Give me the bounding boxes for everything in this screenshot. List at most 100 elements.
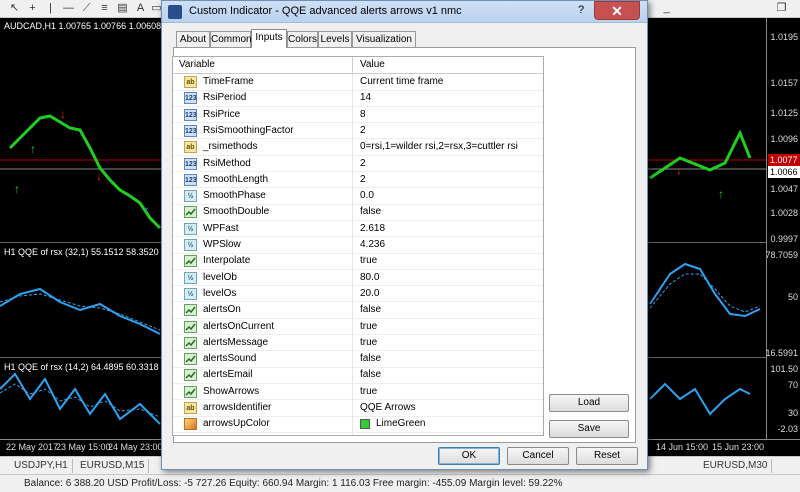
- help-button[interactable]: ?: [570, 2, 592, 19]
- value-cell[interactable]: 8: [354, 107, 543, 123]
- value-text: 4.236: [360, 239, 386, 250]
- variable-cell: ½ WPSlow: [173, 237, 353, 253]
- value-cell[interactable]: 2: [354, 123, 543, 139]
- chart-tab[interactable]: USDJPY,H1: [10, 459, 73, 473]
- color-type-icon: [184, 418, 197, 431]
- variable-cell: ab _rsimethods: [173, 139, 353, 156]
- horizontal-line-icon[interactable]: —: [62, 2, 75, 15]
- input-row-arrowsidentifier[interactable]: ab arrowsIdentifier QQE Arrows: [173, 400, 543, 417]
- input-row-rsiperiod[interactable]: 123 RsiPeriod 14: [173, 90, 543, 107]
- fibonacci-icon[interactable]: ▤: [116, 2, 129, 15]
- value-cell[interactable]: 80.0: [354, 270, 543, 286]
- input-row-rsimethods[interactable]: ab _rsimethods 0=rsi,1=wilder rsi,2=rsx,3=…: [173, 139, 543, 156]
- window-minimize-icon[interactable]: _: [660, 2, 673, 15]
- load-button[interactable]: Load: [549, 394, 629, 412]
- price-label: 1.0028: [770, 208, 798, 218]
- dialog-title: Custom Indicator - QQE advanced alerts a…: [189, 5, 462, 17]
- value-cell[interactable]: 2: [354, 172, 543, 188]
- value-cell[interactable]: false: [354, 351, 543, 367]
- value-cell[interactable]: false: [354, 204, 543, 220]
- variable-name: SmoothLength: [203, 173, 269, 185]
- input-row-interpolate[interactable]: Interpolate true: [173, 253, 543, 270]
- input-row-alertsmessage[interactable]: alertsMessage true: [173, 334, 543, 352]
- tab-inputs[interactable]: Inputs: [251, 29, 287, 48]
- channel-icon[interactable]: ≡: [98, 2, 111, 15]
- variable-cell: 123 RsiPrice: [173, 106, 353, 123]
- column-header-value[interactable]: Value: [354, 57, 543, 74]
- variable-cell: ½ levelOb: [173, 269, 353, 286]
- cancel-button[interactable]: Cancel: [507, 447, 569, 465]
- variable-cell: arrowsUpColor: [173, 416, 353, 433]
- input-row-arrowsdncolor[interactable]: arrowsDnColor Red: [173, 432, 543, 436]
- value-cell[interactable]: 0.0: [354, 188, 543, 204]
- value-cell[interactable]: true: [354, 253, 543, 269]
- value-cell[interactable]: false: [354, 302, 543, 318]
- tab-about[interactable]: About: [176, 31, 210, 47]
- chart-tab[interactable]: EURUSD,M30: [699, 459, 773, 473]
- ok-button[interactable]: OK: [438, 447, 500, 465]
- value-cell[interactable]: LimeGreen: [354, 416, 543, 432]
- input-row-rsismoothingfactor[interactable]: 123 RsiSmoothingFactor 2: [173, 122, 543, 140]
- window-restore-icon[interactable]: ❐: [775, 2, 788, 15]
- variable-name: _rsimethods: [203, 141, 258, 153]
- value-cell[interactable]: 0=rsi,1=wilder rsi,2=rsx,3=cuttler rsi: [354, 139, 543, 155]
- value-cell[interactable]: 14: [354, 90, 543, 106]
- value-cell[interactable]: Red: [354, 433, 543, 436]
- tab-colors[interactable]: Colors: [287, 31, 318, 47]
- chart-tab[interactable]: EURUSD,M15: [76, 459, 150, 473]
- time-label: 22 May 2017: [6, 442, 59, 452]
- value-cell[interactable]: false: [354, 367, 543, 383]
- reset-button[interactable]: Reset: [576, 447, 638, 465]
- price-label: -2.03: [777, 424, 798, 434]
- input-row-smoothlength[interactable]: 123 SmoothLength 2: [173, 171, 543, 189]
- integer-type-icon: 123: [184, 108, 197, 121]
- price-label: 0.9997: [770, 234, 798, 244]
- value-cell[interactable]: 2.618: [354, 221, 543, 237]
- value-cell[interactable]: 4.236: [354, 237, 543, 253]
- value-cell[interactable]: true: [354, 384, 543, 400]
- input-row-alertssound[interactable]: alertsSound false: [173, 351, 543, 368]
- value-cell[interactable]: QQE Arrows: [354, 400, 543, 416]
- value-cell[interactable]: Current time frame: [354, 74, 543, 90]
- tab-common[interactable]: Common: [210, 31, 252, 47]
- trendline-icon[interactable]: ⟋: [80, 2, 93, 15]
- input-row-levelos[interactable]: ½ levelOs 20.0: [173, 285, 543, 303]
- tab-visualization[interactable]: Visualization: [352, 31, 416, 47]
- value-text: false: [360, 206, 382, 218]
- value-cell[interactable]: true: [354, 335, 543, 351]
- input-row-smoothphase[interactable]: ½ SmoothPhase 0.0: [173, 188, 543, 205]
- tab-levels[interactable]: Levels: [318, 31, 352, 47]
- cursor-icon[interactable]: ↖: [8, 2, 21, 15]
- arrow-down-icon: ↓: [96, 169, 102, 183]
- input-row-alertson[interactable]: alertsOn false: [173, 302, 543, 319]
- inputs-grid[interactable]: Variable Value ab TimeFrame Current time f…: [172, 56, 544, 436]
- column-header-variable[interactable]: Variable: [173, 57, 353, 74]
- price-scale[interactable]: 1.0195 1.0157 1.0125 1.0096 1.0077 1.006…: [765, 18, 800, 439]
- crosshair-icon[interactable]: +: [26, 2, 39, 15]
- value-cell[interactable]: true: [354, 319, 543, 335]
- input-row-timeframe[interactable]: ab TimeFrame Current time frame: [173, 74, 543, 91]
- color-swatch[interactable]: [360, 419, 370, 430]
- input-row-wpslow[interactable]: ½ WPSlow 4.236: [173, 237, 543, 254]
- input-row-levelob[interactable]: ½ levelOb 80.0: [173, 269, 543, 287]
- arrow-up-icon: ↑: [14, 182, 20, 196]
- input-row-wpfast[interactable]: ½ WPFast 2.618: [173, 220, 543, 238]
- value-text: false: [360, 369, 382, 381]
- input-row-rsiprice[interactable]: 123 RsiPrice 8: [173, 106, 543, 124]
- input-row-rsimethod[interactable]: 123 RsiMethod 2: [173, 155, 543, 172]
- input-row-alertsemail[interactable]: alertsEmail false: [173, 367, 543, 384]
- value-cell[interactable]: 20.0: [354, 286, 543, 302]
- input-row-arrowsupcolor[interactable]: arrowsUpColor LimeGreen: [173, 416, 543, 433]
- close-button[interactable]: ✕: [594, 1, 640, 20]
- input-row-alertsoncurrent[interactable]: alertsOnCurrent true: [173, 318, 543, 335]
- value-text: QQE Arrows: [360, 402, 416, 413]
- value-cell[interactable]: 2: [354, 156, 543, 172]
- input-row-smoothdouble[interactable]: SmoothDouble false: [173, 204, 543, 221]
- vertical-line-icon[interactable]: |: [44, 2, 57, 15]
- save-button[interactable]: Save: [549, 420, 629, 438]
- value-text: 0=rsi,1=wilder rsi,2=rsx,3=cuttler rsi: [360, 141, 518, 153]
- dialog-titlebar[interactable]: Custom Indicator - QQE advanced alerts a…: [162, 1, 647, 23]
- input-row-showarrows[interactable]: ShowArrows true: [173, 383, 543, 401]
- double-type-icon: ½: [184, 222, 197, 235]
- text-icon[interactable]: A: [134, 2, 147, 15]
